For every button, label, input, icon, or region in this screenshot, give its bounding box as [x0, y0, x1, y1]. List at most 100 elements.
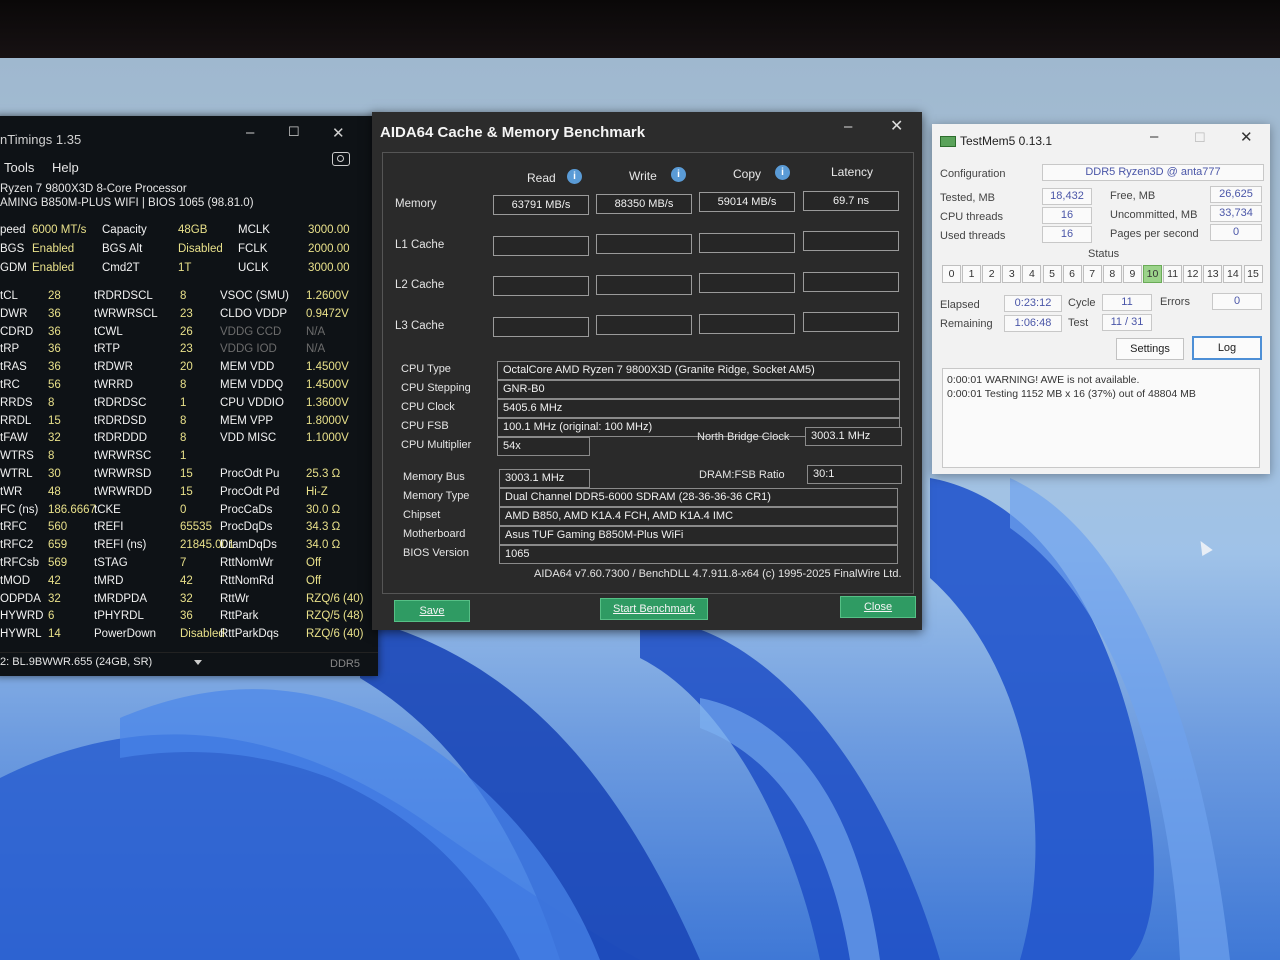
status-cell: 2 [982, 265, 1002, 283]
read-info-icon[interactable]: i [567, 169, 582, 184]
settings-button[interactable]: Settings [1116, 338, 1184, 360]
status-cell: 6 [1062, 265, 1082, 283]
info-value: Enabled [32, 243, 75, 255]
minimize-icon[interactable]: – [246, 124, 254, 141]
menu-tools[interactable]: Tools [4, 160, 34, 175]
save-button[interactable]: Save [394, 600, 470, 622]
copy-info-icon[interactable]: i [775, 165, 790, 180]
title-bar: nTimings 1.35 – ☐ ✕ [0, 116, 378, 150]
close-icon[interactable]: ✕ [890, 116, 903, 136]
timing-value: 32 [48, 592, 61, 605]
timing-value: 65535 [180, 521, 212, 534]
uncommitted-label: Uncommitted, MB [1110, 209, 1198, 221]
timing-value: 20 [180, 361, 193, 374]
info-value: 3000.00 [308, 262, 350, 274]
close-icon[interactable]: ✕ [332, 124, 345, 142]
system-info: Ryzen 7 9800X3D 8-Core Processor AMING B… [0, 182, 254, 210]
close-icon[interactable]: ✕ [1240, 128, 1253, 146]
status-cell: 3 [1002, 265, 1022, 283]
status-cell: 0 [942, 265, 961, 283]
timing-value: 15 [48, 414, 61, 427]
chevron-down-icon[interactable] [194, 660, 202, 665]
module-select[interactable]: 2: BL.9BWWR.655 (24GB, SR) [0, 656, 206, 672]
testmem5-window: TestMem5 0.13.1 – ☐ ✕ Configuration DDR5… [932, 124, 1270, 474]
timing-value: Off [306, 557, 322, 569]
timing-label: RRDS [0, 396, 33, 409]
timing-label: tCWL [94, 325, 123, 338]
timing-value: 1.4500V [306, 361, 349, 374]
timing-label: ProcOdt Pd [220, 485, 280, 498]
timing-label: RttPark [220, 610, 259, 623]
maximize-icon[interactable]: ☐ [288, 124, 300, 140]
timing-value: 6 [48, 610, 55, 623]
timing-label: WTRL [0, 468, 33, 480]
timing-label: RttWr [220, 592, 250, 605]
timing-label: tCL [0, 290, 18, 302]
timing-label: tREFI (ns) [94, 539, 147, 552]
elapsed-value: 0:23:12 [1004, 295, 1062, 312]
column-copy: Copy [733, 167, 762, 181]
timing-value: 8 [180, 414, 187, 427]
result-latency: 69.7 ns [803, 190, 899, 211]
cpu-field-value: 54x [497, 437, 590, 456]
log-line: 0:00:01 Testing 1152 MB x 16 (37%) out o… [947, 388, 1196, 400]
timing-label: tWR [0, 485, 23, 498]
timing-value: RZQ/6 (40) [306, 628, 364, 641]
timing-label: ProcCaDs [220, 503, 273, 516]
uncommitted-value: 33,734 [1210, 205, 1262, 222]
config-label: Configuration [940, 168, 1006, 180]
result-latency [803, 271, 899, 292]
timing-label: tRAS [0, 361, 27, 374]
timing-value: 1 [180, 450, 187, 463]
cpu-field-value: GNR-B0 [497, 380, 900, 399]
info-value: Enabled [32, 262, 75, 274]
timing-label: VDD MISC [220, 432, 277, 445]
result-copy [699, 273, 795, 293]
memory-field-label: Memory Type [403, 490, 470, 502]
timing-label: ProcOdt Pu [220, 468, 280, 480]
benchmark-panel: Read i Write i Copy i Latency Memory 6379… [382, 152, 914, 594]
cpu-field-value: OctalCore AMD Ryzen 7 9800X3D (Granite R… [497, 361, 900, 380]
timing-value: 0.9472V [306, 307, 349, 320]
memory-type-label: DDR5 [330, 658, 360, 670]
timing-label: ODPDA [0, 592, 41, 605]
threads-label: CPU threads [940, 211, 1003, 223]
timing-value: 15 [180, 485, 193, 498]
start-benchmark-button[interactable]: Start Benchmark [600, 598, 708, 620]
tested-value: 18,432 [1042, 188, 1092, 205]
status-cell: 4 [1022, 265, 1042, 283]
timing-label: tWRWRSD [94, 468, 152, 480]
log-button[interactable]: Log [1192, 336, 1262, 360]
close-button[interactable]: Close [840, 596, 916, 618]
info-value: 48GB [178, 224, 208, 236]
cpu-field-label: CPU Multiplier [401, 439, 472, 451]
timing-label: tMOD [0, 574, 31, 587]
minimize-icon[interactable]: – [1150, 128, 1158, 145]
info-label: FCLK [238, 243, 268, 255]
info-label: UCLK [238, 262, 269, 274]
elapsed-label: Elapsed [940, 299, 980, 311]
config-value: DDR5 Ryzen3D @ anta777 [1042, 164, 1264, 181]
result-write [596, 234, 692, 254]
status-cell: 13 [1203, 265, 1223, 283]
memory-field-value: Dual Channel DDR5-6000 SDRAM (28-36-36-3… [499, 488, 898, 507]
tested-label: Tested, MB [940, 192, 996, 204]
screenshot-camera-icon[interactable] [332, 152, 350, 166]
maximize-icon[interactable]: ☐ [1194, 130, 1206, 146]
minimize-icon[interactable]: – [844, 118, 852, 135]
timing-value: 659 [48, 539, 68, 552]
menu-help[interactable]: Help [52, 160, 79, 175]
timing-label: tRDWR [94, 361, 133, 374]
timing-label: ProcDqDs [220, 521, 273, 534]
timing-label: RttParkDqs [220, 628, 279, 641]
timing-label: tRDRDSCL [94, 290, 153, 302]
status-cell: 1 [962, 265, 982, 283]
result-copy [699, 232, 795, 253]
timing-value: 1.8000V [306, 414, 349, 427]
write-info-icon[interactable]: i [671, 167, 686, 182]
timing-value: 42 [48, 574, 61, 587]
timing-value: 1.3600V [306, 396, 349, 409]
timing-label: tWRWRSCL [94, 307, 158, 320]
timing-label: DWR [0, 307, 28, 320]
timing-label: tRDRDSC [94, 396, 147, 409]
